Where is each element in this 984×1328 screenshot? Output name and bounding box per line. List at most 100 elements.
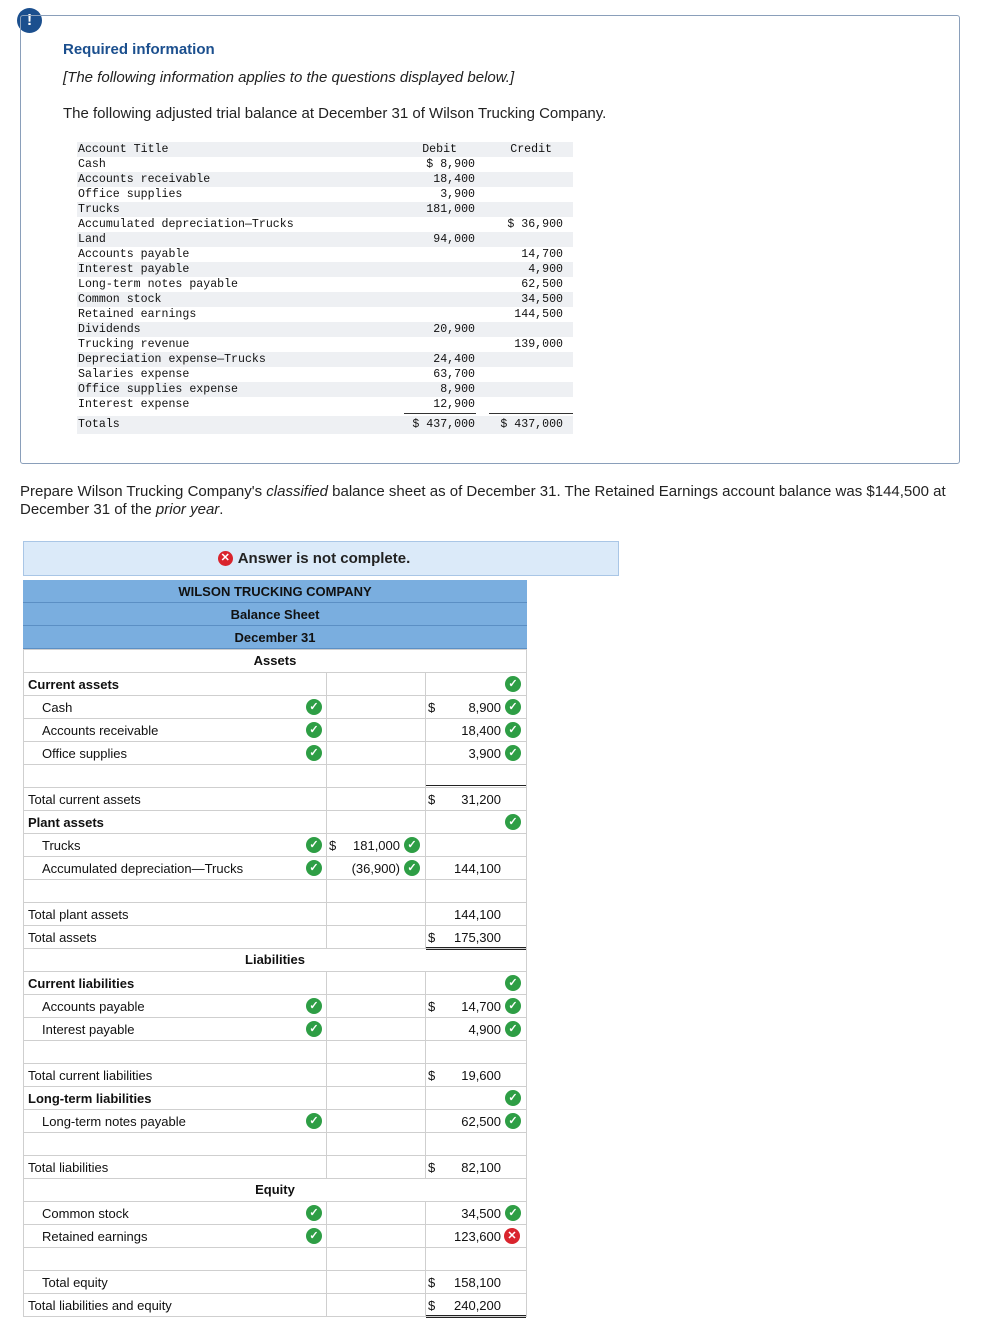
common-stock-col2-input[interactable] [326, 1201, 425, 1224]
tb-row: Interest expense 12,900 [77, 397, 573, 412]
tb-row: Trucking revenue 139,000 [77, 337, 573, 352]
check-icon: ✓ [505, 722, 521, 738]
tb-row: Depreciation expense—Trucks 24,400 [77, 352, 573, 367]
blank-amount-input[interactable] [425, 1132, 527, 1155]
supplies-col2-input[interactable] [326, 741, 425, 764]
blank-amount-input[interactable] [425, 1247, 527, 1270]
dollar-sign: $ [428, 1160, 436, 1175]
blank-col2-input[interactable] [326, 764, 425, 787]
ip-col2-input[interactable] [326, 1017, 425, 1040]
ap-amount: 14,700 [461, 999, 501, 1014]
check-icon: ✓ [306, 1021, 322, 1037]
supplies-amount-input[interactable]: 3,900 ✓ [425, 741, 527, 764]
ap-col2-input[interactable] [326, 994, 425, 1017]
blank-account-select[interactable] [23, 1132, 326, 1155]
blank-account-select[interactable] [23, 1247, 326, 1270]
blank-amount-input[interactable] [425, 1040, 527, 1063]
trial-balance-table: Account Title Debit Credit Cash $ 8,900 Ac… [77, 142, 573, 434]
ip-amount-input[interactable]: 4,900 ✓ [425, 1017, 527, 1040]
common-stock-amount: 34,500 [461, 1206, 501, 1221]
bs-row-accum-dep: Accumulated depreciation—Trucks ✓ (36,900… [23, 856, 527, 879]
ap-account-select[interactable]: Accounts payable ✓ [23, 994, 326, 1017]
check-icon: ✓ [306, 745, 322, 761]
blank-account-select[interactable] [23, 1040, 326, 1063]
dollar-sign: $ [428, 792, 436, 807]
blank-col2-input[interactable] [326, 1040, 425, 1063]
tb-account: Land [78, 233, 106, 246]
bs-row-blank-3 [23, 1040, 527, 1063]
ltnp-account-select[interactable]: Long-term notes payable ✓ [23, 1109, 326, 1132]
ip-account-select[interactable]: Interest payable ✓ [23, 1017, 326, 1040]
tb-debit: $ 8,900 [426, 158, 475, 171]
bs-row-blank-1 [23, 764, 527, 787]
blank-account-select[interactable] [23, 879, 326, 902]
check-icon: ✓ [306, 860, 322, 876]
blank-account-select[interactable] [23, 764, 326, 787]
accum-dep-amount-input[interactable]: (36,900) ✓ [326, 856, 425, 879]
tb-totals-row: Totals $ 437,000 $ 437,000 [77, 416, 573, 434]
tb-account: Depreciation expense—Trucks [78, 353, 266, 366]
retained-earnings-amount-input[interactable]: 123,600 ✕ [425, 1224, 527, 1247]
blank-amount-input[interactable] [425, 764, 527, 787]
bs-liabilities-heading-row: Liabilities [23, 948, 527, 971]
ap-label: Accounts payable [42, 999, 145, 1014]
cash-amount-input[interactable]: $8,900 ✓ [425, 695, 527, 718]
tb-account: Trucking revenue [78, 338, 190, 351]
blank-col2-input[interactable] [326, 1247, 425, 1270]
check-icon: ✓ [505, 676, 521, 692]
tb-debit: 94,000 [433, 233, 475, 246]
current-liabilities-label: Current liabilities [28, 976, 135, 991]
blank-col2-input[interactable] [326, 1132, 425, 1155]
bs-row-long-term-liabilities: Long-term liabilities ✓ [23, 1086, 527, 1109]
dollar-sign: $ [428, 1298, 436, 1313]
incomplete-x-icon: ✕ [217, 551, 233, 566]
ltnp-label: Long-term notes payable [42, 1114, 186, 1129]
trucks-amount-input[interactable]: $181,000 ✓ [326, 833, 425, 856]
dollar-sign: $ [428, 1275, 436, 1290]
total-current-assets-label: Total current assets [28, 792, 141, 807]
ltnp-amount-input[interactable]: 62,500 ✓ [425, 1109, 527, 1132]
total-equity-amount: 158,100 [454, 1275, 501, 1290]
retained-earnings-col2-input[interactable] [326, 1224, 425, 1247]
total-liabilities-equity-label: Total liabilities and equity [28, 1298, 172, 1313]
tb-account: Dividends [78, 323, 141, 336]
ap-amount-input[interactable]: $14,700 ✓ [425, 994, 527, 1017]
bs-row-cash: Cash ✓ $8,900 ✓ [23, 695, 527, 718]
bs-row-common-stock: Common stock ✓ 34,500 ✓ [23, 1201, 527, 1224]
current-assets-label: Current assets [28, 677, 120, 692]
tb-row: Accounts payable 14,700 [77, 247, 573, 262]
ar-account-select[interactable]: Accounts receivable ✓ [23, 718, 326, 741]
answer-status-banner: ✕ Answer is not complete. [23, 541, 619, 576]
ltnp-col2-input[interactable] [326, 1109, 425, 1132]
check-icon: ✓ [505, 1113, 521, 1129]
bs-statement-name: Balance Sheet [23, 603, 527, 626]
cash-amount: 8,900 [468, 700, 501, 715]
check-icon: ✓ [306, 722, 322, 738]
ar-col2-input[interactable] [326, 718, 425, 741]
blank-amount-input[interactable] [425, 879, 527, 902]
cash-col2-input[interactable] [326, 695, 425, 718]
accum-dep-account-select[interactable]: Accumulated depreciation—Trucks ✓ [23, 856, 326, 879]
bs-row-ltnp: Long-term notes payable ✓ 62,500 ✓ [23, 1109, 527, 1132]
check-icon: ✓ [306, 837, 322, 853]
ar-amount-input[interactable]: 18,400 ✓ [425, 718, 527, 741]
trucks-col3-input[interactable] [425, 833, 527, 856]
common-stock-account-select[interactable]: Common stock ✓ [23, 1201, 326, 1224]
trucks-account-select[interactable]: Trucks ✓ [23, 833, 326, 856]
total-liabilities-equity-amount: 240,200 [454, 1298, 501, 1313]
tb-credit: 14,700 [521, 248, 563, 261]
answer-status-text: Answer is not complete. [237, 550, 411, 567]
ltnp-amount: 62,500 [461, 1114, 501, 1129]
retained-earnings-account-select[interactable]: Retained earnings ✓ [23, 1224, 326, 1247]
tb-credit: 62,500 [521, 278, 563, 291]
blank-col2-input[interactable] [326, 879, 425, 902]
net-trucks-input[interactable]: 144,100 [425, 856, 527, 879]
balance-sheet: WILSON TRUCKING COMPANY Balance Sheet De… [23, 580, 527, 1318]
tb-debit: 181,000 [426, 203, 475, 216]
supplies-account-select[interactable]: Office supplies ✓ [23, 741, 326, 764]
total-plant-assets-label: Total plant assets [28, 907, 129, 922]
common-stock-amount-input[interactable]: 34,500 ✓ [425, 1201, 527, 1224]
cash-account-select[interactable]: Cash ✓ [23, 695, 326, 718]
underline [426, 785, 526, 786]
bs-row-ar: Accounts receivable ✓ 18,400 ✓ [23, 718, 527, 741]
